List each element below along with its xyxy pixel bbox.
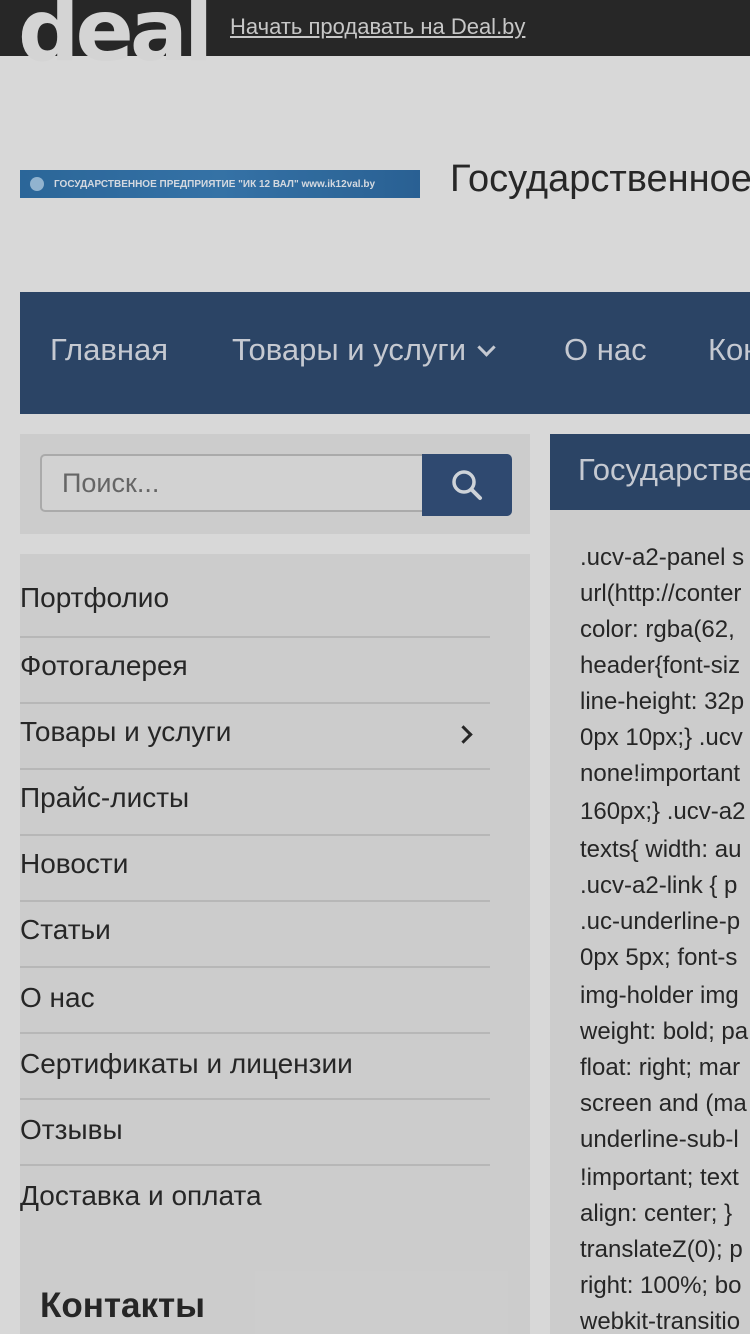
search-panel (20, 434, 530, 534)
chevron-down-icon (477, 338, 496, 357)
code-text-line: color: rgba(62, (580, 616, 735, 643)
code-text-line: .ucv-a2-link { p (580, 872, 738, 899)
sidebar-item-label: Новости (20, 848, 129, 879)
code-text-line: translateZ(0); p (580, 1236, 743, 1263)
content-body: .ucv-a2-panel s url(http://conter color:… (550, 510, 750, 1334)
content-header: Государственное (550, 434, 750, 510)
sidebar-item-label: О нас (20, 982, 95, 1013)
banner-text: ГОСУДАРСТВЕННОЕ ПРЕДПРИЯТИЕ "ИК 12 ВАЛ" … (54, 178, 376, 190)
nav-item-contacts[interactable]: Контакты (708, 332, 750, 368)
main-nav: Главная Товары и услуги О нас Контакты (20, 292, 750, 414)
sidebar-item-news[interactable]: Новости (20, 836, 490, 902)
sidebar-item-articles[interactable]: Статьи (20, 902, 490, 968)
sidebar-item-label: Портфолио (20, 582, 170, 613)
code-text-line: 0px 5px; font-s (580, 944, 738, 971)
banner-logo-icon (30, 177, 44, 191)
code-text-line: weight: bold; pa (580, 1018, 749, 1045)
nav-item-home[interactable]: Главная (50, 332, 168, 368)
sidebar-item-label: Фотогалерея (20, 650, 188, 681)
code-text-line: img-holder img (580, 982, 739, 1009)
code-text-line: none!important (580, 760, 741, 787)
sidebar-item-products[interactable]: Товары и услуги (20, 704, 490, 770)
start-selling-link[interactable]: Начать продавать на Deal.by (230, 14, 525, 40)
code-text-line: right: 100%; bo (580, 1272, 742, 1299)
sidebar-item-label: Товары и услуги (20, 716, 232, 747)
search-input[interactable] (40, 454, 424, 512)
sidebar-item-label: Статьи (20, 914, 111, 945)
sidebar-item-price-lists[interactable]: Прайс-листы (20, 770, 490, 836)
sidebar-item-about[interactable]: О нас (20, 968, 490, 1034)
sidebar-item-label: Сертификаты и лицензии (20, 1048, 353, 1079)
top-bar: deal Начать продавать на Deal.by (0, 0, 750, 74)
code-text-line: align: center; } (580, 1200, 733, 1227)
sidebar-item-certificates[interactable]: Сертификаты и лицензии (20, 1034, 490, 1100)
search-icon (452, 470, 482, 500)
code-text-line: url(http://conter (580, 580, 742, 607)
code-text-line: float: right; mar (580, 1054, 741, 1081)
sidebar-item-label: Прайс-листы (20, 782, 190, 813)
company-title: Государственное (450, 158, 750, 200)
nav-item-products[interactable]: Товары и услуги (232, 332, 496, 368)
code-text-line: 0px 10px;} .ucv (580, 724, 743, 751)
sidebar-item-photogallery[interactable]: Фотогалерея (20, 638, 490, 704)
code-text-line: 160px;} .ucv-a2 (580, 798, 746, 825)
sidebar-item-label: Доставка и оплата (20, 1180, 262, 1211)
content-title: Государственное (578, 452, 750, 487)
code-text-line: .uc-underline-p (580, 908, 741, 935)
deal-logo[interactable]: deal (18, 0, 213, 74)
sidebar-item-reviews[interactable]: Отзывы (20, 1100, 490, 1166)
contacts-heading: Контакты (40, 1286, 206, 1325)
search-button[interactable] (422, 454, 512, 516)
code-text-line: !important; text (580, 1164, 739, 1191)
nav-item-label: Контакты (708, 332, 750, 367)
code-text-line: .ucv-a2-panel s (580, 544, 745, 571)
code-text-line: webkit-transitio (580, 1308, 741, 1334)
sidebar-item-delivery[interactable]: Доставка и оплата (20, 1166, 490, 1230)
sidebar-item-portfolio[interactable]: Портфолио (20, 572, 490, 638)
nav-item-label: О нас (564, 332, 647, 367)
code-text-line: header{font-siz (580, 652, 741, 679)
code-text-line: line-height: 32p (580, 688, 745, 715)
code-text-line: underline-sub-l (580, 1126, 739, 1153)
nav-item-about[interactable]: О нас (564, 332, 647, 368)
company-banner[interactable]: ГОСУДАРСТВЕННОЕ ПРЕДПРИЯТИЕ "ИК 12 ВАЛ" … (20, 170, 420, 198)
nav-item-label: Товары и услуги (232, 332, 467, 367)
sidebar-item-label: Отзывы (20, 1114, 123, 1145)
code-text-line: texts{ width: au (580, 836, 742, 863)
chevron-right-icon (454, 725, 473, 744)
nav-item-label: Главная (50, 332, 168, 367)
code-text-line: screen and (ma (580, 1090, 747, 1117)
